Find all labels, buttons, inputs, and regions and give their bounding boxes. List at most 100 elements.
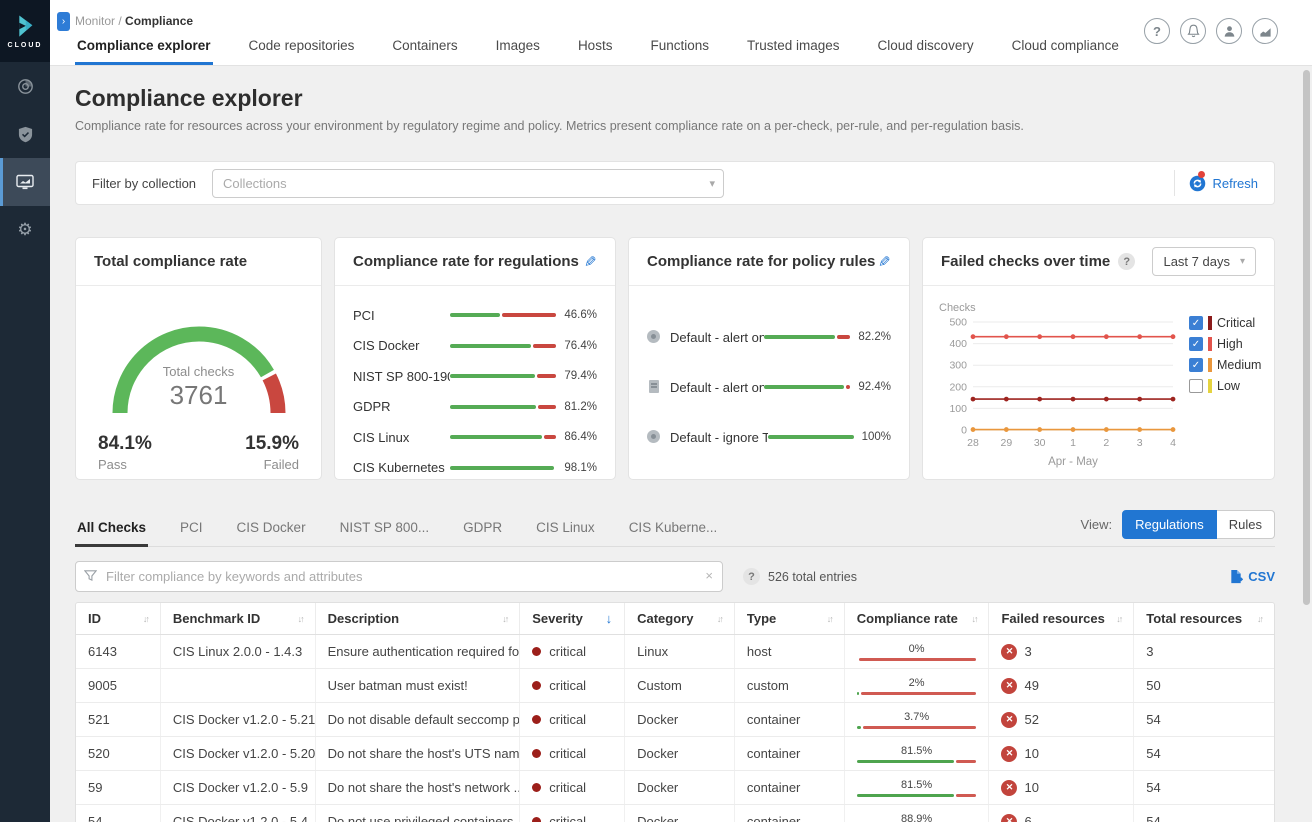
column-header-severity[interactable]: Severity↓: [520, 603, 625, 634]
legend-item-medium[interactable]: ✓ Medium: [1189, 358, 1261, 372]
policy-rule-row[interactable]: Default - ignore T...100%: [647, 412, 891, 462]
cell-severity: critical: [520, 737, 625, 770]
bell-icon[interactable]: [1180, 18, 1206, 44]
sidebar-item-defend[interactable]: [0, 110, 50, 158]
view-option-rules[interactable]: Rules: [1217, 510, 1275, 539]
edit-icon[interactable]: ✎: [584, 253, 597, 271]
cell-category: Custom: [625, 669, 735, 702]
checks-tab-nist-sp-800[interactable]: NIST SP 800...: [338, 514, 432, 546]
checkbox[interactable]: [1189, 379, 1203, 393]
checks-tab-pci[interactable]: PCI: [178, 514, 205, 546]
checks-tab-all-checks[interactable]: All Checks: [75, 514, 148, 547]
user-icon[interactable]: [1216, 18, 1242, 44]
stats-icon[interactable]: [1252, 18, 1278, 44]
tab-containers[interactable]: Containers: [390, 32, 459, 65]
legend-swatch: [1208, 337, 1212, 351]
svg-text:200: 200: [949, 381, 967, 393]
policy-rules-card: Compliance rate for policy rules ✎ Defau…: [628, 237, 910, 480]
breadcrumb-section[interactable]: Monitor: [75, 14, 115, 28]
regulation-row[interactable]: CIS Kubernetes98.1%: [353, 453, 597, 481]
legend-item-critical[interactable]: ✓ Critical: [1189, 316, 1261, 330]
help-icon[interactable]: ?: [1118, 253, 1135, 270]
table-header-row: ID↓↑Benchmark ID↓↑Description↓↑Severity↓…: [76, 603, 1274, 635]
tab-images[interactable]: Images: [494, 32, 542, 65]
help-icon[interactable]: ?: [1144, 18, 1170, 44]
svg-text:29: 29: [1000, 437, 1012, 449]
compliance-pct: 79.4%: [564, 370, 597, 382]
regulation-row[interactable]: NIST SP 800-19079.4%: [353, 361, 597, 392]
cell-id: 9005: [76, 669, 161, 702]
table-row[interactable]: 59CIS Docker v1.2.0 - 5.9Do not share th…: [76, 771, 1274, 805]
regulation-row[interactable]: CIS Docker76.4%: [353, 331, 597, 362]
cell-id: 521: [76, 703, 161, 736]
checks-tab-cis-kuberne[interactable]: CIS Kuberne...: [627, 514, 720, 546]
refresh-icon: [1189, 175, 1206, 192]
column-header-type[interactable]: Type↓↑: [735, 603, 845, 634]
policy-rule-row[interactable]: Default - alert on c...82.2%: [647, 312, 891, 362]
tab-trusted-images[interactable]: Trusted images: [745, 32, 842, 65]
table-row[interactable]: 521CIS Docker v1.2.0 - 5.21Do not disabl…: [76, 703, 1274, 737]
column-header-category[interactable]: Category↓↑: [625, 603, 735, 634]
sidebar-item-monitor[interactable]: [0, 158, 50, 206]
regulation-row[interactable]: CIS Linux86.4%: [353, 422, 597, 453]
column-header-description[interactable]: Description↓↑: [316, 603, 521, 634]
compliance-gauge: Total checks 3761: [99, 312, 299, 425]
regulation-row[interactable]: GDPR81.2%: [353, 392, 597, 423]
tab-compliance-explorer[interactable]: Compliance explorer: [75, 32, 213, 65]
table-row[interactable]: 9005User batman must exist!criticalCusto…: [76, 669, 1274, 703]
legend-item-high[interactable]: ✓High: [1189, 337, 1261, 351]
collections-input[interactable]: [212, 169, 724, 198]
total-checks-value: 3761: [99, 380, 299, 411]
cell-description: Do not share the host's UTS nam...: [316, 737, 521, 770]
tab-functions[interactable]: Functions: [648, 32, 711, 65]
cell-description: Ensure authentication required fo...: [316, 635, 521, 668]
checkbox[interactable]: ✓: [1189, 337, 1203, 351]
table-row[interactable]: 520CIS Docker v1.2.0 - 5.20Do not share …: [76, 737, 1274, 771]
monitor-icon: [16, 174, 34, 191]
edit-icon[interactable]: ✎: [878, 253, 891, 271]
checkbox[interactable]: ✓: [1189, 316, 1203, 330]
view-option-regulations[interactable]: Regulations: [1122, 510, 1217, 539]
compliance-filter-input[interactable]: [75, 561, 723, 592]
containers-icon: [647, 330, 661, 344]
chevron-down-icon: ▾: [1240, 256, 1245, 267]
help-icon[interactable]: ?: [743, 568, 760, 585]
cell-severity: critical: [520, 703, 625, 736]
sidebar-item-manage[interactable]: ⚙: [0, 206, 50, 254]
legend-label: Medium: [1217, 358, 1261, 372]
clear-filter-icon[interactable]: ×: [705, 568, 713, 583]
column-header-id[interactable]: ID↓↑: [76, 603, 161, 634]
tab-code-repositories[interactable]: Code repositories: [247, 32, 357, 65]
column-header-compliance-rate[interactable]: Compliance rate↓↑: [845, 603, 990, 634]
table-row[interactable]: 54CIS Docker v1.2.0 - 5.4Do not use priv…: [76, 805, 1274, 822]
cell-failed-resources: ✕6: [989, 805, 1134, 822]
tab-cloud-discovery[interactable]: Cloud discovery: [876, 32, 976, 65]
pass-stat: 84.1% Pass: [98, 433, 152, 472]
legend-item-low[interactable]: Low: [1189, 379, 1261, 393]
csv-export-button[interactable]: CSV: [1229, 569, 1275, 584]
sidebar-expand-button[interactable]: ›: [57, 12, 70, 31]
legend-swatch: [1208, 316, 1212, 330]
svg-text:28: 28: [967, 437, 979, 449]
regulation-row[interactable]: PCI46.6%: [353, 300, 597, 331]
tab-hosts[interactable]: Hosts: [576, 32, 615, 65]
total-checks-label: Total checks: [99, 364, 299, 379]
column-header-total-resources[interactable]: Total resources↓↑: [1134, 603, 1274, 634]
tab-cloud-compliance[interactable]: Cloud compliance: [1010, 32, 1121, 65]
page-scrollbar[interactable]: [1303, 70, 1310, 605]
hosts-icon: [647, 380, 661, 394]
checks-tab-gdpr[interactable]: GDPR: [461, 514, 504, 546]
column-header-benchmark-id[interactable]: Benchmark ID↓↑: [161, 603, 316, 634]
checkbox[interactable]: ✓: [1189, 358, 1203, 372]
policy-rule-row[interactable]: Default - alert on c...92.4%: [647, 362, 891, 412]
checks-tab-cis-linux[interactable]: CIS Linux: [534, 514, 597, 546]
refresh-button[interactable]: Refresh: [1189, 175, 1258, 192]
time-range-select[interactable]: Last 7 days▾: [1152, 247, 1256, 276]
table-row[interactable]: 6143CIS Linux 2.0.0 - 1.4.3Ensure authen…: [76, 635, 1274, 669]
legend-label: Critical: [1217, 316, 1255, 330]
column-header-failed-resources[interactable]: Failed resources↓↑: [989, 603, 1134, 634]
sidebar-item-radars[interactable]: [0, 62, 50, 110]
regulations-card: Compliance rate for regulations ✎ PCI46.…: [334, 237, 616, 480]
radar-icon: [17, 78, 34, 95]
checks-tab-cis-docker[interactable]: CIS Docker: [235, 514, 308, 546]
